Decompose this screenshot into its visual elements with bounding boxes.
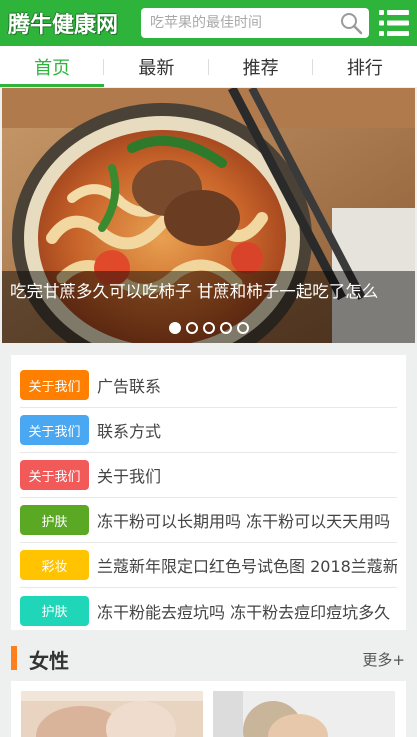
tab-label: 排行 (346, 57, 383, 79)
tab-latest[interactable]: 最新 (104, 46, 209, 87)
list-item[interactable]: 关于我们 联系方式 (20, 408, 397, 453)
tab-label: 推荐 (242, 57, 279, 79)
section-title: 女性 (29, 649, 69, 673)
carousel-dot[interactable] (168, 322, 181, 334)
tab-ranking[interactable]: 排行 (313, 46, 417, 87)
carousel-dot[interactable] (202, 322, 215, 334)
banner-caption[interactable]: 吃完甘蔗多久可以吃柿子 甘蔗和柿子一起吃了怎么 (2, 271, 415, 313)
list-item[interactable]: 护肤 冻干粉能去痘坑吗 冻干粉去痘印痘坑多久 (20, 588, 397, 633)
main-nav: 首页 最新 推荐 排行 (0, 46, 417, 87)
menu-list-icon[interactable] (379, 9, 409, 37)
category-badge[interactable]: 关于我们 (20, 370, 89, 400)
site-logo[interactable]: 腾牛健康网 (8, 8, 134, 38)
section-header: 女性 更多+ (0, 640, 417, 678)
carousel-dot[interactable] (236, 322, 249, 334)
carousel-dot[interactable] (185, 322, 198, 334)
tab-label: 最新 (138, 57, 175, 79)
search-icon[interactable] (339, 11, 363, 35)
tab-recommend[interactable]: 推荐 (209, 46, 313, 87)
list-item-title[interactable]: 关于我们 (97, 463, 397, 487)
category-badge[interactable]: 护肤 (20, 505, 89, 535)
list-item[interactable]: 关于我们 关于我们 (20, 453, 397, 498)
category-badge[interactable]: 关于我们 (20, 460, 89, 490)
search-input[interactable] (141, 9, 331, 37)
list-item[interactable]: 关于我们 广告联系 (20, 363, 397, 408)
list-item[interactable]: 护肤 冻干粉可以长期用吗 冻干粉可以天天用吗 (20, 498, 397, 543)
search-box[interactable] (141, 8, 369, 38)
tab-label: 首页 (34, 57, 71, 79)
list-item-title[interactable]: 兰蔻新年限定口红色号试色图 2018兰蔻新 (97, 553, 397, 577)
logo-text: 腾牛健康网 (8, 13, 119, 38)
section-accent-bar (11, 646, 17, 670)
more-link[interactable]: 更多+ (362, 649, 405, 670)
section-thumbnails (11, 681, 406, 737)
article-list: 关于我们 广告联系 关于我们 联系方式 关于我们 关于我们 护肤 冻干粉可以长期… (11, 355, 406, 630)
list-item-title[interactable]: 冻干粉可以长期用吗 冻干粉可以天天用吗 (97, 508, 397, 532)
tab-home[interactable]: 首页 (0, 46, 105, 87)
category-badge[interactable]: 护肤 (20, 595, 89, 626)
list-item[interactable]: 彩妆 兰蔻新年限定口红色号试色图 2018兰蔻新 (20, 543, 397, 588)
category-badge[interactable]: 彩妆 (20, 550, 89, 580)
category-badge[interactable]: 关于我们 (20, 415, 89, 445)
thumbnail-image[interactable] (21, 691, 203, 737)
list-item-title[interactable]: 联系方式 (97, 418, 397, 442)
top-header: 腾牛健康网 (0, 0, 417, 46)
list-item-title[interactable]: 广告联系 (97, 373, 397, 397)
list-item-title[interactable]: 冻干粉能去痘坑吗 冻干粉去痘印痘坑多久 (97, 599, 397, 623)
carousel-dot[interactable] (219, 322, 232, 334)
carousel-dots (2, 313, 415, 343)
banner-carousel[interactable]: 吃完甘蔗多久可以吃柿子 甘蔗和柿子一起吃了怎么 (2, 88, 415, 343)
thumbnail-image[interactable] (213, 691, 395, 737)
